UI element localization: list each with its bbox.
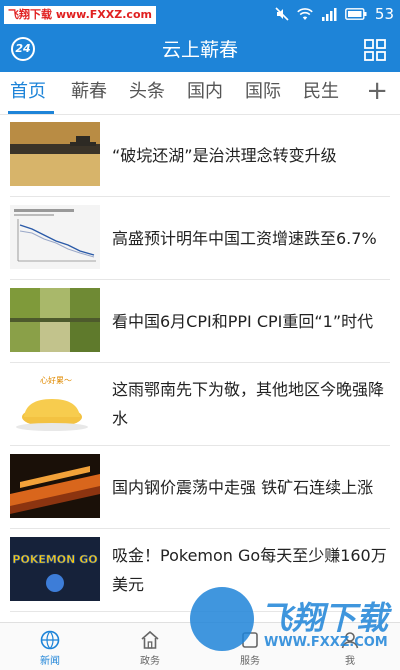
watermark-logo-icon (190, 587, 254, 651)
add-tab-button[interactable]: + (366, 72, 388, 112)
tab-qichun[interactable]: 蕲春 (71, 72, 107, 112)
news-item[interactable]: 国内钢价震荡中走强 铁矿石连续上涨 (10, 446, 390, 529)
category-tabs: 首页 蕲春 头条 国内 国际 民生 + (0, 72, 400, 115)
app-logo[interactable]: 24 (11, 37, 35, 61)
mute-icon (275, 7, 289, 21)
news-thumbnail: 心好累～ (10, 371, 100, 435)
news-feed: “破垸还湖”是治洪理念转变升级 高盛预计明年中国工资增速跌至6.7% 看中国6月… (0, 114, 400, 612)
battery-icon (345, 8, 367, 20)
globe-icon (40, 630, 60, 650)
news-title: 看中国6月CPI和PPI CPI重回“1”时代 (112, 311, 374, 331)
news-item[interactable]: 高盛预计明年中国工资增速跌至6.7% (10, 197, 390, 280)
thumb-caption: 心好累～ (40, 375, 72, 385)
news-thumbnail (10, 122, 100, 186)
news-item[interactable]: 心好累～ 这雨鄂南先下为敬，其他地区今晚强降水 (10, 363, 390, 446)
status-bar: 飞翔下载 www.FXXZ.com 53 (0, 0, 400, 28)
nav-label: 新闻 (40, 656, 60, 667)
tab-livelihood[interactable]: 民生 (303, 72, 339, 112)
news-title: 这雨鄂南先下为敬，其他地区今晚强降水 (112, 380, 385, 428)
news-title: 国内钢价震荡中走强 铁矿石连续上涨 (112, 477, 374, 497)
wifi-icon (297, 7, 313, 20)
watermark-bottom-right: 飞翔下载 WWW.FXXZ.COM (190, 587, 395, 665)
news-item[interactable]: “破垸还湖”是治洪理念转变升级 (10, 114, 390, 197)
tab-domestic[interactable]: 国内 (187, 72, 223, 112)
tab-headlines[interactable]: 头条 (129, 72, 165, 112)
nav-government[interactable]: 政务 (120, 623, 180, 670)
signal-icon (321, 8, 337, 21)
news-title: “破垸还湖”是治洪理念转变升级 (112, 145, 337, 165)
status-icons: 53 (275, 4, 394, 24)
news-title: 高盛预计明年中国工资增速跌至6.7% (112, 228, 377, 248)
grid-icon[interactable] (364, 39, 386, 61)
tab-international[interactable]: 国际 (245, 72, 281, 112)
status-time: 53 (374, 5, 394, 23)
news-thumbnail (10, 454, 100, 518)
app-bar: 云上蕲春 24 (0, 28, 400, 72)
watermark-top-left: 飞翔下载 www.FXXZ.com (4, 6, 156, 24)
home-icon (141, 630, 159, 649)
nav-news[interactable]: 新闻 (20, 623, 80, 670)
watermark-url: WWW.FXXZ.COM (264, 635, 388, 650)
nav-label: 政务 (140, 656, 160, 667)
news-thumbnail: POKEMON GO (10, 537, 100, 601)
news-thumbnail (10, 288, 100, 352)
news-thumbnail (10, 205, 100, 269)
thumb-caption: POKEMON GO (12, 553, 97, 566)
watermark-brand: 飞翔下载 (260, 599, 389, 637)
tab-home[interactable]: 首页 (10, 72, 46, 112)
news-item[interactable]: 看中国6月CPI和PPI CPI重回“1”时代 (10, 280, 390, 363)
app-title: 云上蕲春 (161, 39, 238, 61)
